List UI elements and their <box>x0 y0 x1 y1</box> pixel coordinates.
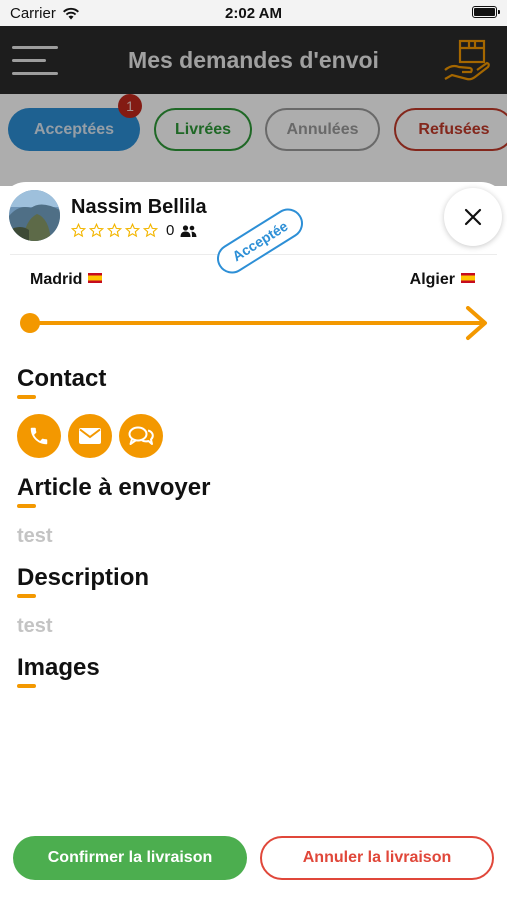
star-icon <box>71 223 86 238</box>
chat-icon <box>128 426 154 445</box>
article-value: test <box>17 525 53 547</box>
phone-icon <box>30 427 48 445</box>
request-detail-sheet: Nassim Bellila 0 Acceptée Madrid Algier … <box>0 182 507 900</box>
status-bar: Carrier 2:02 AM <box>0 0 507 26</box>
star-icon <box>107 223 122 238</box>
status-time: 2:02 AM <box>225 5 282 22</box>
destination-city: Algier <box>410 271 475 289</box>
description-value: test <box>17 615 53 637</box>
email-button[interactable] <box>68 414 112 458</box>
chat-button[interactable] <box>119 414 163 458</box>
heading-underline <box>17 684 36 688</box>
heading-underline <box>17 395 36 399</box>
avatar-image <box>9 190 60 241</box>
star-icon <box>89 223 104 238</box>
star-icon <box>143 223 158 238</box>
description-heading: Description <box>17 564 150 591</box>
status-stamp: Acceptée <box>211 202 309 280</box>
flag-spain-icon <box>88 273 103 283</box>
flag-spain-icon <box>461 273 475 283</box>
destination-city-label: Algier <box>409 271 455 288</box>
origin-city-label: Madrid <box>30 271 83 288</box>
article-heading: Article à envoyer <box>17 474 211 501</box>
modal-backdrop[interactable] <box>0 26 507 186</box>
call-button[interactable] <box>17 414 61 458</box>
close-button[interactable] <box>444 188 502 246</box>
route-arrow <box>20 306 487 340</box>
user-name: Nassim Bellila <box>71 196 207 218</box>
images-heading: Images <box>17 654 100 681</box>
star-icon <box>125 223 140 238</box>
heading-underline <box>17 594 36 598</box>
close-icon <box>464 208 482 226</box>
contact-heading: Contact <box>17 365 107 392</box>
battery-icon <box>472 6 500 18</box>
heading-underline <box>17 504 36 508</box>
avatar <box>9 190 60 241</box>
user-rating: 0 <box>71 222 197 239</box>
people-icon <box>180 224 197 237</box>
rating-count: 0 <box>166 222 175 239</box>
mail-icon <box>79 428 101 444</box>
origin-city: Madrid <box>30 271 103 289</box>
confirm-delivery-button[interactable]: Confirmer la livraison <box>13 836 247 880</box>
cancel-delivery-button[interactable]: Annuler la livraison <box>260 836 494 880</box>
